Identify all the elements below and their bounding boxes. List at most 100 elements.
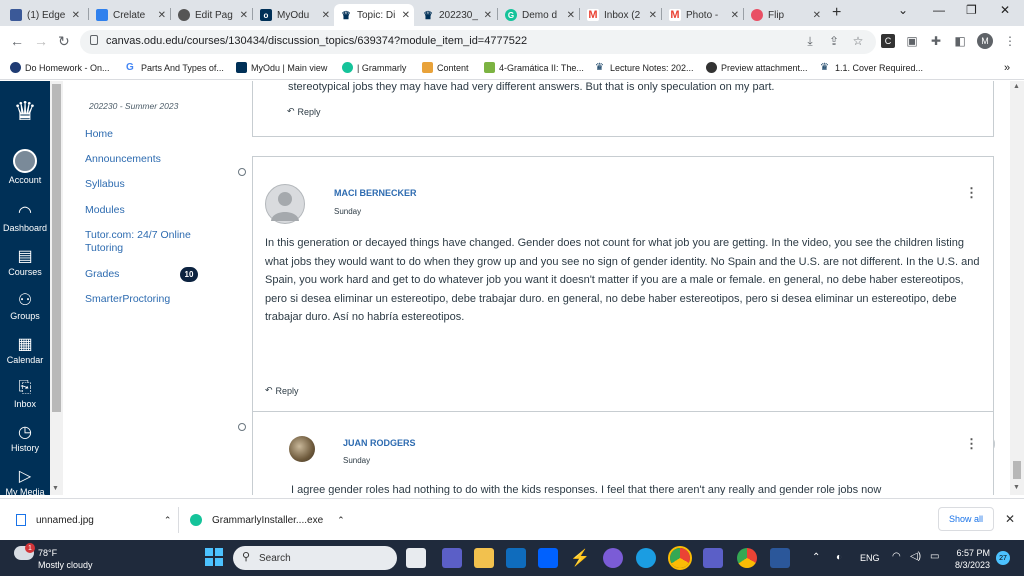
bookmark-item[interactable]: Do Homework - On... — [10, 62, 110, 73]
teams-icon[interactable] — [703, 548, 723, 568]
restore-icon[interactable]: ❐ — [966, 3, 977, 17]
weather-widget[interactable]: 78°F Mostly cloudy — [38, 547, 93, 571]
app-icon[interactable]: ⚡ — [570, 548, 590, 568]
browser-tab[interactable]: Edit Pag ✕ — [172, 4, 252, 26]
tray-chevron-icon[interactable]: ⌃ — [812, 552, 820, 563]
post-options-kebab-icon[interactable]: ⋮ — [965, 185, 978, 201]
close-tab-icon[interactable]: ✕ — [567, 10, 575, 21]
close-tab-icon[interactable]: ✕ — [240, 10, 248, 21]
course-nav-tutor[interactable]: Tutor.com: 24/7 Online Tutoring — [85, 229, 200, 255]
bookmark-item[interactable]: 4-Gramática II: The... — [484, 62, 584, 73]
forward-icon[interactable]: → — [34, 33, 48, 49]
file-explorer-icon[interactable] — [474, 548, 494, 568]
course-nav-home[interactable]: Home — [85, 128, 113, 140]
nav-scroll-down-icon[interactable]: ▼ — [52, 485, 59, 492]
chevron-up-icon[interactable]: ⌃ — [164, 515, 172, 526]
teams-icon[interactable] — [442, 548, 462, 568]
close-window-icon[interactable]: ✕ — [1000, 3, 1010, 17]
close-tab-icon[interactable]: ✕ — [649, 10, 657, 21]
browser-tab-active[interactable]: ♛ Topic: Di ✕ — [334, 4, 414, 26]
nav-calendar[interactable]: ▦ Calendar — [0, 335, 50, 365]
more-bookmarks-icon[interactable]: » — [1004, 62, 1010, 74]
close-tab-icon[interactable]: ✕ — [322, 10, 330, 21]
course-nav-modules[interactable]: Modules — [85, 204, 125, 216]
chrome-icon[interactable] — [668, 546, 692, 570]
author-name[interactable]: JUAN RODGERS — [343, 438, 416, 448]
bookmark-item[interactable]: Content — [422, 62, 469, 73]
course-nav-grades[interactable]: Grades — [85, 268, 119, 280]
task-view-icon[interactable] — [406, 548, 426, 568]
share-icon[interactable]: ⇪ — [827, 34, 841, 48]
reply-button[interactable]: ↶ Reply — [265, 385, 299, 396]
back-icon[interactable]: ← — [10, 33, 24, 49]
nav-my-media[interactable]: ▷ My Media — [0, 467, 50, 497]
download-item[interactable]: GrammarlyInstaller....exe ⌃ — [190, 514, 345, 526]
chrome-icon[interactable] — [737, 548, 757, 568]
wifi-icon[interactable]: ◠ — [892, 551, 901, 562]
odu-crown-logo[interactable]: ♛ — [8, 97, 42, 125]
course-nav-smarterproctoring[interactable]: SmarterProctoring — [85, 293, 170, 305]
bookmark-item[interactable]: Preview attachment... — [706, 62, 808, 73]
language-indicator[interactable]: ENG — [860, 553, 880, 563]
taskbar-clock[interactable]: 6:57 PM 8/3/2023 — [952, 547, 990, 571]
nav-groups[interactable]: ⚇ Groups — [0, 291, 50, 321]
new-tab-icon[interactable]: + — [832, 4, 841, 22]
download-item[interactable]: unnamed.jpg ⌃ — [16, 514, 171, 526]
sidepanel-icon[interactable]: ◧ — [953, 34, 967, 48]
browser-tab[interactable]: M Photo - ✕ — [663, 4, 743, 26]
browser-tab[interactable]: (1) Edge ✕ — [4, 4, 84, 26]
install-icon[interactable]: ⤓ — [803, 34, 817, 48]
puzzle-icon[interactable]: ✚ — [929, 34, 943, 48]
bookmark-item[interactable]: | Grammarly — [342, 62, 406, 73]
scroll-up-icon[interactable]: ▲ — [1013, 83, 1020, 90]
nav-history[interactable]: ◷ History — [0, 423, 50, 453]
course-nav-syllabus[interactable]: Syllabus — [85, 178, 125, 190]
browser-tab[interactable]: Crelate ✕ — [90, 4, 170, 26]
extension-icon[interactable]: C — [881, 34, 895, 48]
bookmark-star-icon[interactable]: ☆ — [851, 34, 865, 48]
nav-scrollbar-thumb[interactable] — [52, 84, 61, 412]
close-tab-icon[interactable]: ✕ — [813, 10, 821, 21]
extension-icon[interactable]: ▣ — [905, 34, 919, 48]
bookmark-item[interactable]: G Parts And Types of... — [126, 62, 224, 73]
reply-button[interactable]: ↶ Reply — [287, 106, 321, 117]
windows-start-icon[interactable] — [205, 548, 223, 566]
browser-tab[interactable]: ♛ 202230_ ✕ — [416, 4, 496, 26]
dropbox-icon[interactable] — [538, 548, 558, 568]
edge-icon[interactable] — [636, 548, 656, 568]
browser-tab[interactable]: M Inbox (2 ✕ — [581, 4, 661, 26]
url-text[interactable]: canvas.odu.edu/courses/130434/discussion… — [106, 35, 527, 47]
volume-icon[interactable]: ◁) — [910, 551, 921, 562]
course-nav-announcements[interactable]: Announcements — [85, 153, 161, 165]
app-icon[interactable] — [603, 548, 623, 568]
word-icon[interactable] — [770, 548, 790, 568]
browser-tab[interactable]: o MyOdu ✕ — [254, 4, 334, 26]
taskbar-search[interactable]: ⚲ Search — [233, 546, 397, 570]
address-bar[interactable]: canvas.odu.edu/courses/130434/discussion… — [80, 30, 876, 54]
show-all-button[interactable]: Show all — [938, 507, 994, 531]
close-tab-icon[interactable]: ✕ — [731, 10, 739, 21]
author-name[interactable]: MACI BERNECKER — [334, 188, 417, 198]
nav-account[interactable]: Account — [0, 149, 50, 185]
reload-icon[interactable]: ↻ — [58, 33, 70, 50]
bookmark-item[interactable]: MyOdu | Main view — [236, 62, 327, 73]
close-tab-icon[interactable]: ✕ — [402, 10, 410, 21]
minimize-icon[interactable]: — — [933, 3, 945, 17]
bookmark-item[interactable]: ♛ 1.1. Cover Required... — [820, 62, 923, 73]
default-avatar[interactable] — [265, 184, 305, 224]
battery-icon[interactable]: ▭ — [930, 551, 939, 562]
browser-tab[interactable]: G Demo d ✕ — [499, 4, 579, 26]
close-tab-icon[interactable]: ✕ — [158, 10, 166, 21]
bookmark-item[interactable]: ♛ Lecture Notes: 202... — [595, 62, 694, 73]
nav-inbox[interactable]: ⎘ Inbox — [0, 379, 50, 409]
close-tab-icon[interactable]: ✕ — [72, 10, 80, 21]
scroll-down-icon[interactable]: ▼ — [1013, 484, 1020, 491]
menu-kebab-icon[interactable]: ⋮ — [1003, 34, 1017, 48]
tab-search-icon[interactable]: ⌄ — [898, 3, 908, 17]
page-scrollbar-thumb[interactable] — [1013, 461, 1021, 479]
page-scrollbar[interactable]: ▲ ▼ — [1010, 81, 1024, 495]
profile-avatar[interactable]: M — [977, 33, 993, 49]
notification-badge[interactable]: 27 — [996, 551, 1010, 565]
mail-icon[interactable] — [506, 548, 526, 568]
close-tab-icon[interactable]: ✕ — [484, 10, 492, 21]
